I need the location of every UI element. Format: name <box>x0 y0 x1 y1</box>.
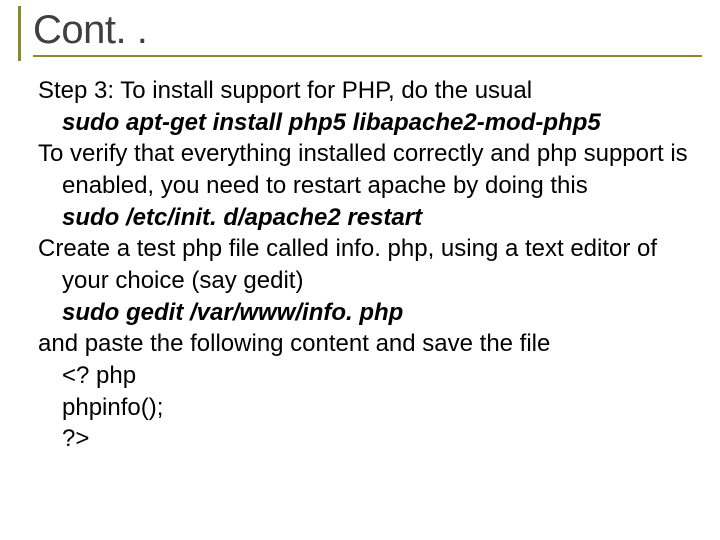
cmd-gedit: sudo gedit /var/www/info. php <box>38 297 694 329</box>
step3-intro: Step 3: To install support for PHP, do t… <box>38 75 694 107</box>
cmd-restart-apache: sudo /etc/init. d/apache2 restart <box>38 202 694 234</box>
php-phpinfo: phpinfo(); <box>38 392 694 424</box>
create-file-text: Create a test php file called info. php,… <box>38 233 694 296</box>
slide-body: Step 3: To install support for PHP, do t… <box>18 75 702 455</box>
title-block: Cont. . <box>18 6 702 61</box>
slide-container: Cont. . Step 3: To install support for P… <box>0 0 720 540</box>
cmd-install-php: sudo apt-get install php5 libapache2-mod… <box>38 107 694 139</box>
verify-text: To verify that everything installed corr… <box>38 138 694 201</box>
slide-title: Cont. . <box>33 8 702 57</box>
php-open-tag: <? php <box>38 360 694 392</box>
php-close-tag: ?> <box>38 423 694 455</box>
paste-text: and paste the following content and save… <box>38 328 694 360</box>
